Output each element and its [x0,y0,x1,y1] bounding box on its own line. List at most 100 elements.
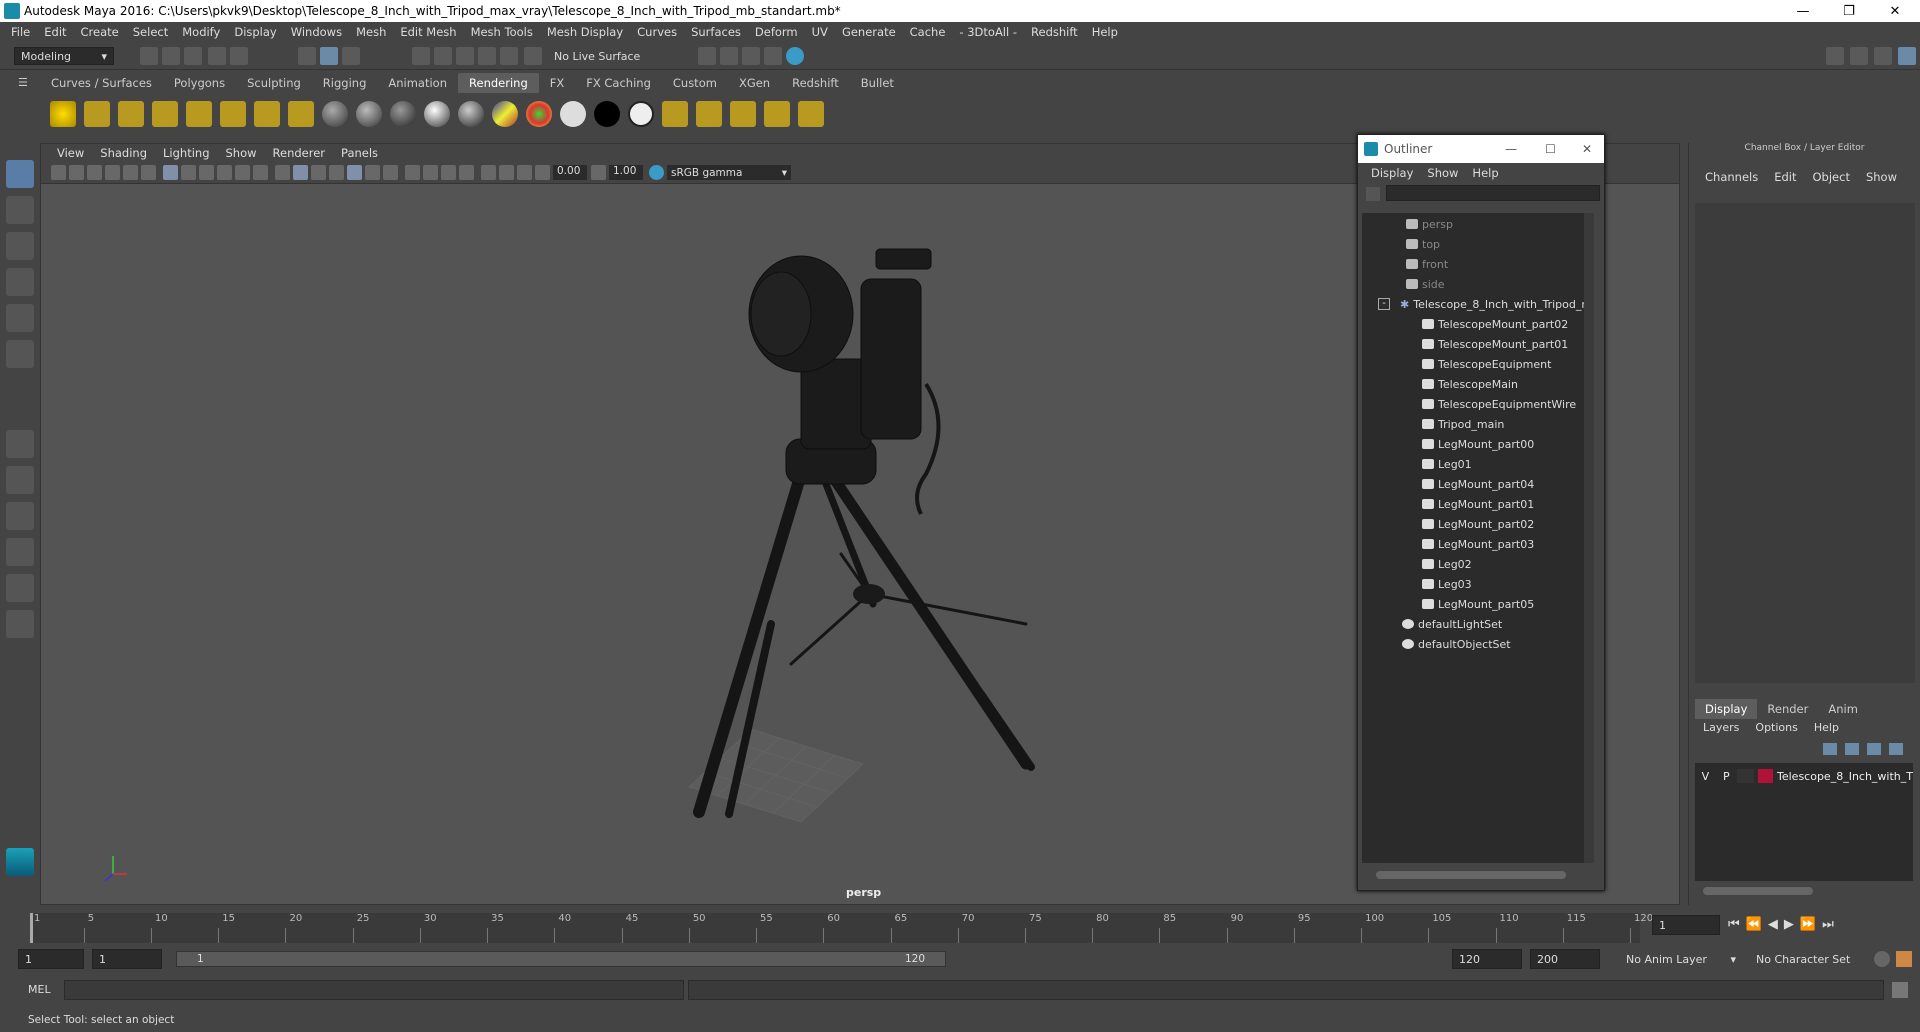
save-scene-icon[interactable] [184,47,202,65]
multisample-aa-icon[interactable] [423,165,438,180]
tab-fx-caching[interactable]: FX Caching [575,73,662,93]
hypershade-icon[interactable] [764,47,782,65]
animation-end-field[interactable]: 200 [1530,949,1600,969]
tab-bullet[interactable]: Bullet [850,73,905,93]
outliner-list[interactable]: persp top front side - ✱ Telescope_8_Inch_… [1362,213,1594,863]
xray-components-icon[interactable] [517,165,532,180]
tab-redshift[interactable]: Redshift [781,73,850,93]
list-item[interactable]: TelescopeMount_part02 [1422,315,1568,333]
render-frame-icon[interactable] [698,47,716,65]
snap-curve-icon[interactable] [434,47,452,65]
gamma-field[interactable]: 1.00 [609,165,643,180]
motion-blur-icon[interactable] [405,165,420,180]
batch-render-icon[interactable] [764,101,790,127]
new-scene-icon[interactable] [140,47,158,65]
tab-fx[interactable]: FX [539,73,576,93]
menu-mesh-tools[interactable]: Mesh Tools [464,25,540,39]
tab-rigging[interactable]: Rigging [312,73,378,93]
lasso-tool-icon[interactable] [6,196,34,224]
attribute-editor-icon[interactable] [1850,47,1868,65]
image-plane-icon[interactable] [105,165,120,180]
depth-of-field-icon[interactable] [441,165,456,180]
safe-action-icon[interactable] [253,165,268,180]
playback-end-field[interactable]: 120 [1452,949,1522,969]
layer-list[interactable]: V P Telescope_8_Inch_with_T [1695,763,1913,881]
select-tool-icon[interactable] [6,160,34,188]
paint-select-tool-icon[interactable] [6,232,34,260]
vp-menu-lighting[interactable]: Lighting [155,146,217,160]
list-item[interactable]: LegMount_part00 [1422,435,1534,453]
menu-deform[interactable]: Deform [748,25,805,39]
live-surface-icon[interactable] [524,47,542,65]
blinn-material-icon[interactable] [322,101,348,127]
ambient-light-icon[interactable] [50,101,76,127]
list-item[interactable]: Tripod_main [1422,415,1504,433]
isolate-select-icon[interactable] [459,165,474,180]
list-item[interactable]: TelescopeMount_part01 [1422,335,1568,353]
list-item[interactable]: TelescopeMain [1422,375,1518,393]
layer-row[interactable]: V P Telescope_8_Inch_with_T [1695,767,1913,785]
list-item[interactable]: side [1406,275,1445,293]
snap-grid-icon[interactable] [412,47,430,65]
gamma-icon[interactable] [591,165,606,180]
ol-menu-show[interactable]: Show [1420,166,1465,180]
horizontal-scrollbar[interactable] [1376,871,1566,879]
animation-start-field[interactable]: 1 [18,949,84,969]
ramp-shader-icon[interactable] [492,101,518,127]
2d-pan-zoom-icon[interactable] [123,165,138,180]
list-item[interactable]: LegMount_part04 [1422,475,1534,493]
film-gate-icon[interactable] [181,165,196,180]
snap-surface-icon[interactable] [500,47,518,65]
menu-surfaces[interactable]: Surfaces [684,25,748,39]
playback-controls[interactable]: ⏮⏪◀▶⏩⏭ [1728,917,1840,932]
menu-display[interactable]: Display [227,25,283,39]
select-by-hierarchy-icon[interactable] [298,47,316,65]
minimize-icon[interactable]: — [1491,142,1531,156]
vp-menu-shading[interactable]: Shading [92,146,155,160]
ipr-shelf-icon[interactable] [730,101,756,127]
lambert-material-icon[interactable] [356,101,382,127]
textured-icon[interactable] [329,165,344,180]
cb-menu-channels[interactable]: Channels [1697,170,1766,184]
menu-mesh-display[interactable]: Mesh Display [540,25,630,39]
layer-menu-options[interactable]: Options [1747,721,1805,734]
list-item[interactable]: Leg02 [1422,555,1472,573]
camera-icon[interactable] [254,101,280,127]
vp-menu-show[interactable]: Show [218,146,265,160]
menu-uv[interactable]: UV [805,25,835,39]
new-layer-icon[interactable] [1867,743,1881,755]
ol-menu-display[interactable]: Display [1364,166,1420,180]
current-time-indicator[interactable] [30,913,33,943]
menu-generate[interactable]: Generate [835,25,903,39]
layer-menu-layers[interactable]: Layers [1695,721,1747,734]
gate-mask-icon[interactable] [217,165,232,180]
script-editor-icon[interactable] [1892,982,1908,998]
wireframe-on-shaded-icon[interactable] [311,165,326,180]
tab-animation[interactable]: Animation [377,73,458,93]
layer-color-swatch[interactable] [1757,769,1773,783]
layer-playback-toggle[interactable]: P [1716,770,1737,783]
menu-3dtoall[interactable]: - 3DtoAll - [952,25,1024,39]
search-options-icon[interactable] [1366,187,1380,201]
list-item[interactable]: - ✱ Telescope_8_Inch_with_Tripod_nc [1378,295,1594,313]
vp-menu-view[interactable]: View [49,146,92,160]
cb-menu-show[interactable]: Show [1858,170,1905,184]
volume-light-icon[interactable] [220,101,246,127]
menu-edit[interactable]: Edit [37,25,73,39]
field-chart-icon[interactable] [235,165,250,180]
area-light-icon[interactable] [186,101,212,127]
shadows-icon[interactable] [365,165,380,180]
render-current-icon[interactable] [696,101,722,127]
mode-dropdown[interactable]: Modeling ▾ [14,47,114,65]
command-input[interactable] [64,980,684,1000]
smooth-shade-icon[interactable] [293,165,308,180]
layer-horizontal-scrollbar[interactable] [1703,887,1813,895]
move-tool-icon[interactable] [6,268,34,296]
tab-sculpting[interactable]: Sculpting [236,73,312,93]
collapse-icon[interactable]: - [1378,298,1390,310]
layered-shader-icon[interactable] [526,101,552,127]
render-view-shelf-icon[interactable] [662,101,688,127]
bookmark-icon[interactable] [87,165,102,180]
scale-tool-icon[interactable] [6,340,34,368]
channel-box-toggle-icon[interactable] [1898,47,1916,65]
